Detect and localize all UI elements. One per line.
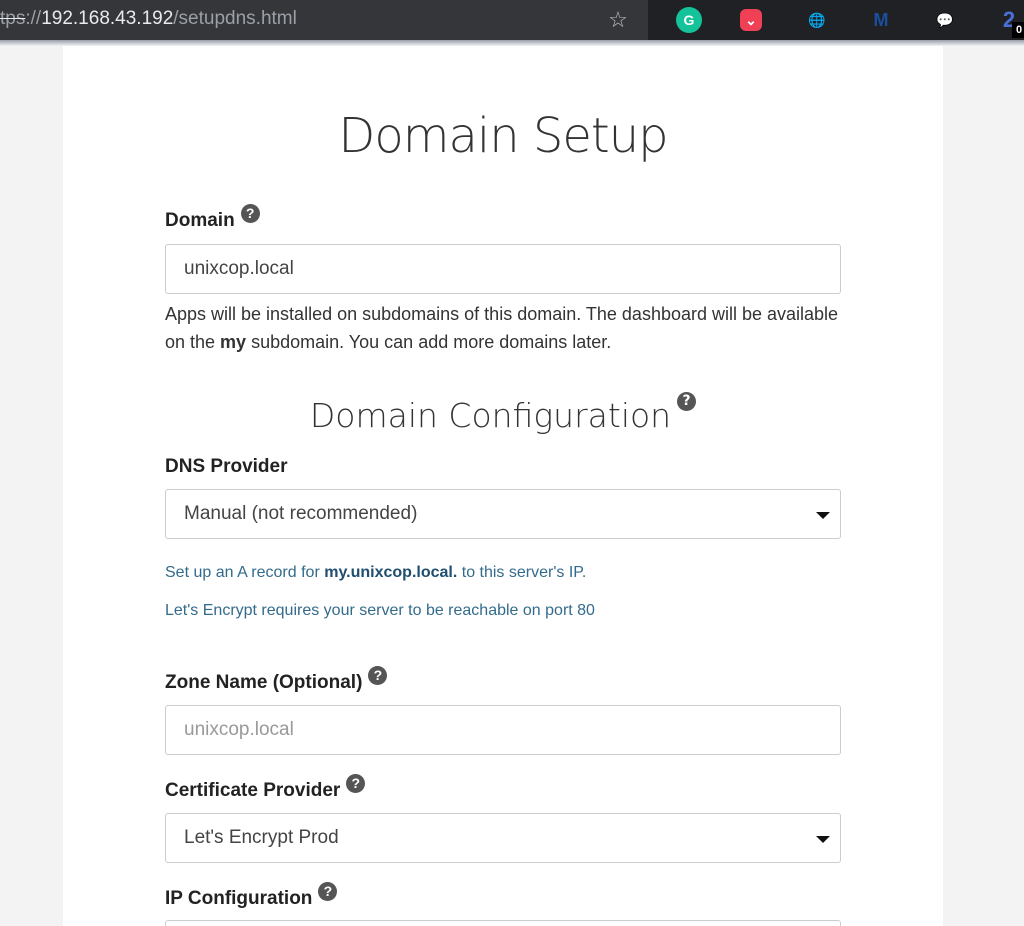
certificate-provider-label-text: Certificate Provider <box>165 780 341 801</box>
a-record-host: my.unixcop.local. <box>324 564 458 581</box>
url-separator: :// <box>25 8 42 29</box>
a-record-part2: to this server's IP. <box>457 564 587 581</box>
extension-badge: 0 <box>1012 22 1024 38</box>
domain-help-text: Apps will be installed on subdomains of … <box>165 300 845 356</box>
bookmark-star-icon[interactable]: ☆ <box>604 6 632 34</box>
grammarly-extension-icon[interactable]: G <box>676 7 702 33</box>
dns-provider-label: DNS Provider <box>165 456 288 477</box>
ip-configuration-select[interactable] <box>165 920 841 926</box>
chat-extension-icon[interactable]: 💬 <box>932 7 958 33</box>
zone-help-icon[interactable]: ? <box>368 666 388 685</box>
pocket-extension-icon[interactable]: ⌄ <box>740 9 762 31</box>
domain-label-text: Domain <box>165 210 235 231</box>
setup-card: Domain Setup Domain? unixcop.local Apps … <box>63 46 943 926</box>
page-title: Domain Setup <box>338 108 668 164</box>
idm-extension-icon[interactable]: 🌐 <box>804 7 830 33</box>
domain-help-icon[interactable]: ? <box>240 204 260 223</box>
certificate-provider-label: Certificate Provider? <box>165 774 366 802</box>
ip-help-icon[interactable]: ? <box>318 882 338 901</box>
m-extension-icon[interactable]: M <box>868 7 894 33</box>
url-scheme: tps <box>0 8 26 29</box>
domain-input[interactable]: unixcop.local <box>165 244 841 294</box>
ip-configuration-label-text: IP Configuration <box>165 888 313 909</box>
url-host: 192.168.43.192 <box>41 8 174 29</box>
address-bar[interactable]: tps://192.168.43.192/setupdns.html ☆ <box>0 0 648 40</box>
ip-configuration-label: IP Configuration? <box>165 882 338 910</box>
url-path: /setupdns.html <box>173 8 297 29</box>
zone-name-input[interactable]: unixcop.local <box>165 705 841 755</box>
domain-label: Domain? <box>165 204 260 232</box>
certificate-help-icon[interactable]: ? <box>346 774 366 793</box>
section-title: Domain Configuration? <box>63 392 943 435</box>
domain-help-part2: subdomain. You can add more domains late… <box>246 332 612 352</box>
domain-help-bold: my <box>220 332 247 352</box>
a-record-info: Set up an A record for my.unixcop.local.… <box>165 564 586 582</box>
zone-name-label-text: Zone Name (Optional) <box>165 672 363 693</box>
section-help-icon[interactable]: ? <box>677 392 697 411</box>
url-text[interactable]: tps://192.168.43.192/setupdns.html <box>0 8 297 30</box>
a-record-part1: Set up an A record for <box>165 564 325 581</box>
browser-toolbar: tps://192.168.43.192/setupdns.html ☆ G ⌄… <box>0 0 1024 40</box>
dns-provider-select[interactable]: Manual (not recommended) <box>165 489 841 539</box>
section-title-text: Domain Configuration <box>309 396 672 435</box>
certificate-provider-select[interactable]: Let's Encrypt Prod <box>165 813 841 863</box>
zone-name-label: Zone Name (Optional)? <box>165 666 388 694</box>
letsencrypt-note: Let's Encrypt requires your server to be… <box>165 602 595 619</box>
